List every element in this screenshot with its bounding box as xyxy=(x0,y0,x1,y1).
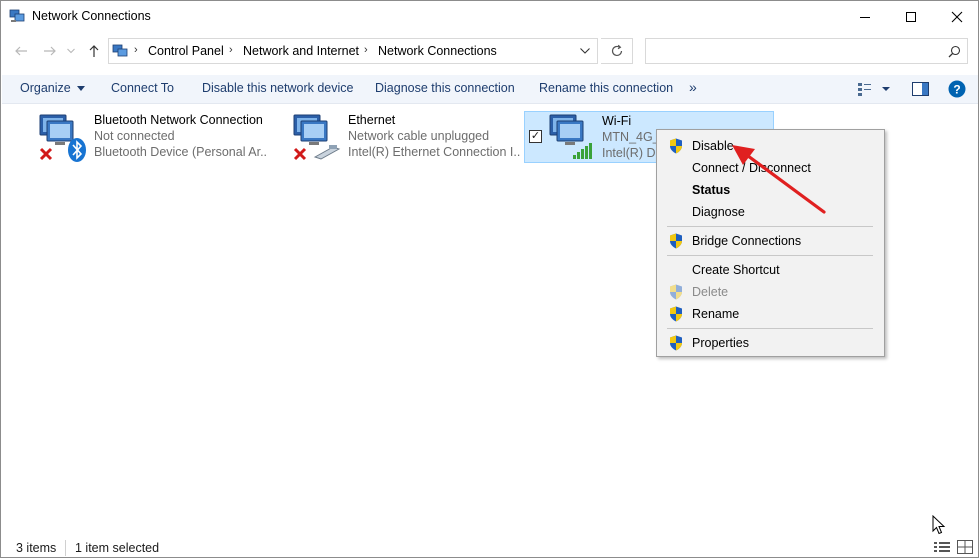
connection-item-ethernet[interactable]: Ethernet Network cable unplugged Intel(R… xyxy=(291,111,521,163)
mouse-cursor-icon xyxy=(932,515,946,535)
menu-item-label: Properties xyxy=(692,336,749,350)
uac-shield-icon xyxy=(670,306,682,322)
forward-arrow-icon xyxy=(44,46,56,56)
view-options-icon xyxy=(858,83,890,96)
menu-item-label: Bridge Connections xyxy=(692,234,802,248)
help-button[interactable]: ? xyxy=(948,80,966,101)
breadcrumb-network-and-internet[interactable]: Network and Internet xyxy=(243,44,359,58)
details-view-button[interactable] xyxy=(934,540,950,557)
wifi-network-icon xyxy=(549,114,592,159)
network-connections-window: Network Connections › Control Panel › Ne… xyxy=(0,0,979,558)
forward-button[interactable] xyxy=(39,39,61,63)
up-button[interactable] xyxy=(83,39,105,63)
more-commands-button[interactable]: » xyxy=(689,79,697,95)
connection-status: Not connected xyxy=(94,129,175,143)
refresh-button[interactable] xyxy=(601,38,633,64)
caret-down-icon xyxy=(77,86,86,92)
menu-item-bridge-connections[interactable]: Bridge Connections xyxy=(658,230,883,252)
preview-pane-button[interactable] xyxy=(912,82,929,99)
back-button[interactable] xyxy=(10,39,32,63)
menu-item-create-shortcut[interactable]: Create Shortcut xyxy=(658,259,883,281)
connection-name: Bluetooth Network Connection xyxy=(94,113,263,127)
connection-device: Intel(R) Ethernet Connection I... xyxy=(348,145,520,159)
uac-shield-icon xyxy=(670,138,682,154)
maximize-button[interactable] xyxy=(888,1,934,32)
connection-device: Intel(R) Du xyxy=(602,146,663,160)
menu-item-rename[interactable]: Rename xyxy=(658,303,883,325)
minimize-button[interactable] xyxy=(842,1,888,32)
large-icons-view-icon xyxy=(957,540,973,554)
breadcrumb-separator[interactable]: › xyxy=(364,44,368,56)
uac-shield-icon xyxy=(670,284,682,300)
menu-item-delete: Delete xyxy=(658,281,883,303)
network-connections-icon xyxy=(9,9,25,22)
details-view-icon xyxy=(934,542,950,552)
menu-item-label: Delete xyxy=(692,285,729,299)
back-arrow-icon xyxy=(15,46,27,56)
uac-shield-icon xyxy=(670,233,682,249)
organize-label: Organize xyxy=(20,81,71,95)
connection-status: Network cable unplugged xyxy=(348,129,490,143)
title-bar[interactable]: Network Connections xyxy=(1,1,978,32)
recent-locations-button[interactable] xyxy=(63,39,79,63)
item-select-checkbox[interactable]: ✓ xyxy=(529,130,542,143)
menu-item-label: Create Shortcut xyxy=(692,263,780,277)
status-divider xyxy=(65,540,66,556)
annotation-arrow-icon xyxy=(732,145,826,214)
search-icon xyxy=(948,45,961,58)
svg-text:?: ? xyxy=(953,83,960,97)
address-dropdown-button[interactable] xyxy=(571,38,599,64)
breadcrumb-control-panel[interactable]: Control Panel xyxy=(148,44,224,58)
connect-to-button[interactable]: Connect To xyxy=(111,81,174,95)
control-panel-icon xyxy=(112,44,128,57)
diagnose-connection-button[interactable]: Diagnose this connection xyxy=(375,81,515,95)
large-icons-view-button[interactable] xyxy=(957,540,973,557)
breadcrumb-network-connections[interactable]: Network Connections xyxy=(378,44,497,58)
uac-shield-icon xyxy=(670,335,682,351)
menu-separator xyxy=(667,328,873,329)
organize-menu[interactable]: Organize xyxy=(20,81,86,95)
connection-name: Wi-Fi xyxy=(602,114,632,128)
window-title: Network Connections xyxy=(32,9,151,23)
menu-item-properties[interactable]: Properties xyxy=(658,332,883,354)
change-view-button[interactable] xyxy=(857,81,893,100)
rename-connection-button[interactable]: Rename this connection xyxy=(539,81,673,95)
minimize-icon xyxy=(860,16,870,18)
maximize-icon xyxy=(906,11,916,22)
preview-pane-icon xyxy=(912,82,929,96)
ethernet-network-icon xyxy=(293,114,341,161)
menu-item-label: Status xyxy=(692,183,731,197)
menu-item-label: Rename xyxy=(692,307,740,321)
up-arrow-icon xyxy=(89,45,99,57)
disable-device-button[interactable]: Disable this network device xyxy=(202,81,353,95)
close-button[interactable] xyxy=(934,1,980,32)
breadcrumb-separator[interactable]: › xyxy=(229,44,233,56)
connection-name: Ethernet xyxy=(348,113,396,127)
refresh-icon xyxy=(611,44,622,57)
connection-item-bluetooth[interactable]: Bluetooth Network Connection Not connect… xyxy=(37,111,267,163)
connection-device: Bluetooth Device (Personal Ar... xyxy=(94,145,266,159)
search-input[interactable] xyxy=(645,38,968,64)
chevron-down-icon xyxy=(67,48,75,54)
menu-separator xyxy=(667,255,873,256)
help-icon: ? xyxy=(948,80,966,98)
status-selection: 1 item selected xyxy=(75,541,160,555)
close-icon xyxy=(951,11,963,22)
menu-separator xyxy=(667,226,873,227)
bluetooth-network-icon xyxy=(39,114,86,162)
breadcrumb-separator[interactable]: › xyxy=(134,44,138,56)
status-item-count: 3 items xyxy=(16,541,57,555)
chevron-down-icon xyxy=(580,48,590,54)
